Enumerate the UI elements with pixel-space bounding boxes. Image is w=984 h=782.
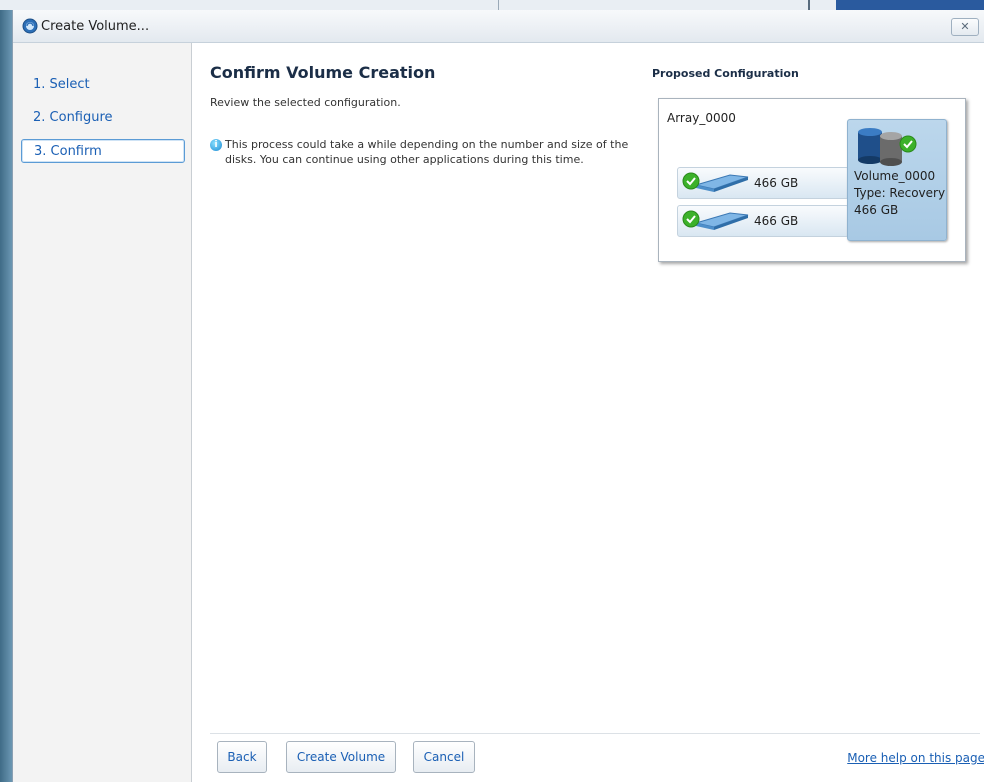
step-configure[interactable]: 2. Configure [21, 106, 185, 130]
step-confirm[interactable]: 3. Confirm [21, 139, 185, 163]
create-volume-dialog: Create Volume... ✕ 1. Select 2. Configur… [12, 10, 984, 782]
volume-card: Volume_0000 Type: Recovery 466 GB [847, 119, 947, 241]
disk-size: 466 GB [754, 176, 799, 190]
background-divider [498, 0, 499, 10]
page-title: Confirm Volume Creation [210, 63, 436, 82]
disk-check-icon [682, 210, 749, 230]
disk-item: 466 GB [677, 205, 849, 237]
volume-size: 466 GB [854, 203, 899, 217]
main-content: Confirm Volume Creation Review the selec… [192, 43, 984, 782]
wizard-steps-sidebar: 1. Select 2. Configure 3. Confirm [13, 43, 192, 782]
info-icon: i [210, 139, 222, 151]
volume-database-icon [858, 128, 917, 166]
create-volume-button[interactable]: Create Volume [286, 741, 396, 773]
proposed-configuration-panel: Array_0000 466 GB 466 GB Volume_0000 Typ… [658, 98, 966, 262]
background-window-edge [836, 0, 984, 10]
config-title: Proposed Configuration [652, 67, 799, 80]
window-title: Create Volume... [41, 19, 150, 34]
background-window-strip [0, 0, 984, 10]
back-button[interactable]: Back [217, 741, 267, 773]
background-divider [808, 0, 810, 10]
info-message: This process could take a while dependin… [225, 138, 629, 166]
step-select[interactable]: 1. Select [21, 73, 185, 97]
disk-item: 466 GB [677, 167, 849, 199]
volume-name: Volume_0000 [854, 169, 936, 183]
cancel-button[interactable]: Cancel [413, 741, 475, 773]
background-desktop-edge [0, 10, 12, 782]
help-link[interactable]: More help on this page [847, 751, 984, 765]
array-name: Array_0000 [667, 111, 736, 125]
volume-type: Type: Recovery [854, 186, 946, 200]
disk-size: 466 GB [754, 214, 799, 228]
title-bar[interactable]: Create Volume... ✕ [13, 10, 984, 43]
close-button[interactable]: ✕ [951, 18, 979, 36]
app-icon [22, 18, 38, 34]
page-subtitle: Review the selected configuration. [210, 96, 401, 109]
disk-check-icon [682, 172, 749, 192]
footer-divider [210, 733, 980, 734]
